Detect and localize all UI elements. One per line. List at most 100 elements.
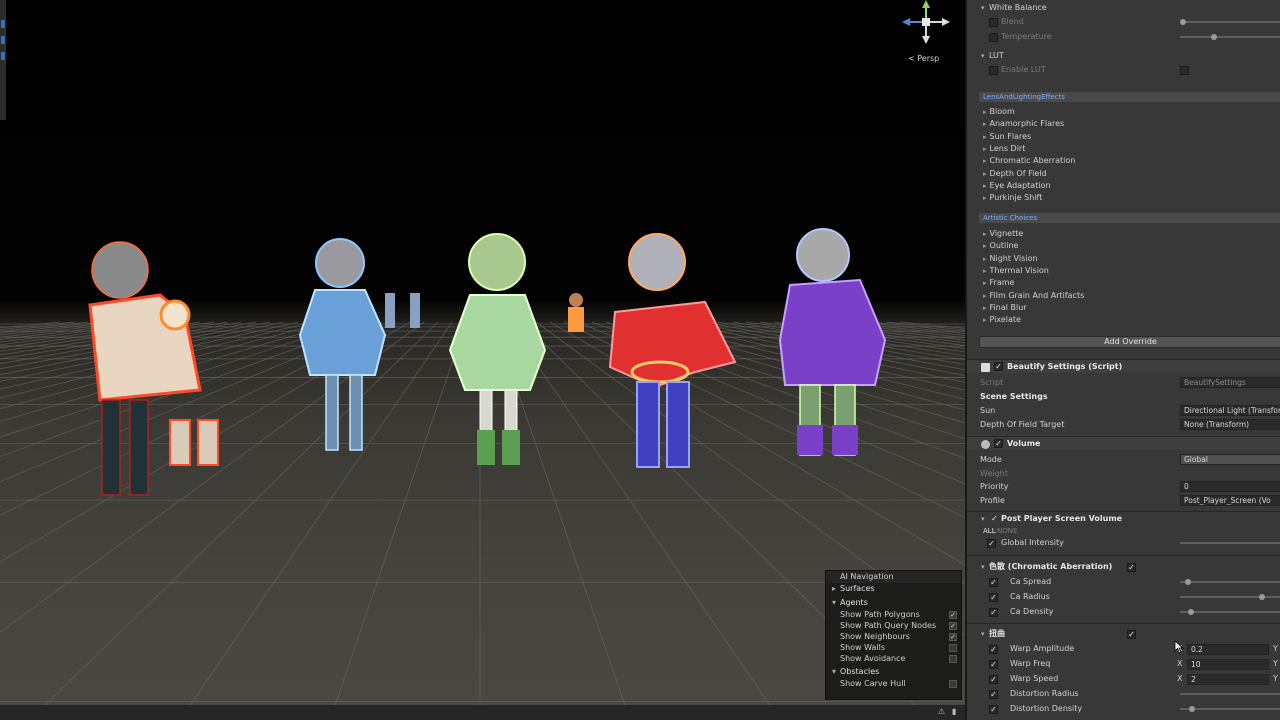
all-none-row[interactable]: ALL NONE [967,525,1280,537]
warp-freq-field[interactable]: 10 [1187,659,1269,670]
weight-row[interactable]: Weight [967,468,1280,480]
ai-nav-option[interactable]: Show Path Polygons ✓ [826,609,961,620]
ai-nav-option[interactable]: Show Neighbours ✓ [826,631,961,642]
warp-header[interactable]: ▾ 扭曲 ✓ [967,628,1280,640]
effect-item[interactable]: ▸ Film Grain And Artifacts [983,290,1084,302]
effect-item[interactable]: ▸ Depth Of Field [983,168,1047,180]
option-checkbox[interactable] [949,644,957,652]
effect-item[interactable]: ▸ Sun Flares [983,131,1031,143]
distortion-radius-checkbox[interactable]: ✓ [989,690,998,699]
ca-spread-checkbox[interactable]: ✓ [989,578,998,587]
tool-icon[interactable] [1,20,5,28]
effect-item[interactable]: ▸ Night Vision [983,253,1037,265]
character-4[interactable] [595,222,740,472]
ai-nav-option[interactable]: Show Path Query Nodes ✓ [826,620,961,631]
ca-density-slider[interactable] [1180,611,1280,613]
orientation-gizmo[interactable] [898,0,956,56]
effect-item[interactable]: ▸ Purkinje Shift [983,192,1042,204]
dof-target-row[interactable]: Depth Of Field Target None (Transform) [967,419,1280,431]
effect-item[interactable]: ▸ Chromatic Aberration [983,155,1075,167]
global-intensity-checkbox[interactable]: ✓ [987,539,996,548]
blend-checkbox[interactable] [989,18,998,27]
ca-radius-checkbox[interactable]: ✓ [989,593,998,602]
ai-nav-option[interactable]: Show Walls [826,642,961,653]
priority-row[interactable]: Priority 0 [967,481,1280,493]
slider-knob[interactable] [1211,34,1217,40]
warp-amplitude-field[interactable]: 0.2 [1187,644,1269,655]
effect-item[interactable]: ▸ Outline [983,240,1018,252]
background-character[interactable] [380,288,430,333]
lut-header[interactable]: ▾ LUT [967,50,1280,62]
enable-lut-checkbox[interactable] [1180,66,1189,75]
chromatic-enabled-checkbox[interactable]: ✓ [1127,563,1136,572]
temperature-checkbox[interactable] [989,33,998,42]
tool-icon[interactable] [1,52,5,60]
ca-spread-row[interactable]: ✓ Ca Spread [967,576,1280,588]
dof-target-field[interactable]: None (Transform) [1180,419,1280,430]
temperature-slider[interactable] [1180,36,1280,38]
mode-row[interactable]: Mode Global [967,454,1280,466]
warp-speed-row[interactable]: ✓ Warp Speed X 2 Y [967,673,1280,685]
distortion-density-slider[interactable] [1180,708,1280,710]
option-checkbox[interactable]: ✓ [949,622,957,630]
character-5[interactable] [775,220,895,460]
persp-label[interactable]: < Persp [908,54,939,63]
global-intensity-slider[interactable] [1180,542,1280,544]
volume-header[interactable]: ✓ Volume [967,436,1280,450]
ca-density-checkbox[interactable]: ✓ [989,608,998,617]
ai-navigation-overlay[interactable]: AI Navigation ▸ Surfaces ▾ Agents Show Pat… [825,570,962,700]
chromatic-header[interactable]: ▾ 色散 (Chromatic Aberration) ✓ [967,561,1280,573]
lock-icon[interactable]: ⚠ [938,707,948,717]
ai-nav-surfaces[interactable]: ▸ Surfaces [826,583,961,595]
mode-dropdown[interactable]: Global [1180,454,1280,465]
effect-item[interactable]: ▸ Eye Adaptation [983,180,1051,192]
global-intensity-row[interactable]: ✓ Global Intensity [967,537,1280,549]
enable-lut-row[interactable]: Enable LUT [967,64,1280,76]
option-checkbox[interactable]: ✓ [949,633,957,641]
distortion-radius-slider[interactable] [1180,693,1280,695]
slider-knob[interactable] [1180,19,1186,25]
ca-spread-slider[interactable] [1180,581,1280,583]
ai-nav-option[interactable]: Show Avoidance [826,653,961,664]
option-checkbox[interactable] [949,655,957,663]
ca-radius-row[interactable]: ✓ Ca Radius [967,591,1280,603]
slider-knob[interactable] [1184,579,1191,585]
character-2[interactable] [290,235,410,455]
warp-amplitude-row[interactable]: ✓ Warp Amplitude X 0.2 Y [967,643,1280,655]
warp-speed-field[interactable]: 2 [1187,674,1269,685]
option-checkbox[interactable]: ✓ [949,611,957,619]
ca-radius-slider[interactable] [1180,596,1280,598]
effect-item[interactable]: ▸ Bloom [983,106,1015,118]
sun-row[interactable]: Sun Directional Light (Transform) [967,405,1280,417]
distortion-density-checkbox[interactable]: ✓ [989,705,998,714]
distortion-radius-row[interactable]: ✓ Distortion Radius [967,688,1280,700]
distortion-density-row[interactable]: ✓ Distortion Density [967,703,1280,715]
checkmark-icon[interactable]: ✓ [991,513,998,525]
background-character[interactable] [562,290,592,340]
beautify-settings-header[interactable]: ✓ Beautify Settings (Script) [967,359,1280,373]
inspector-panel[interactable]: ▾ White Balance Blend Temperature ▾ LUT … [965,0,1280,720]
effect-item[interactable]: ▸ Lens Dirt [983,143,1025,155]
sun-field[interactable]: Directional Light (Transform) [1180,405,1280,416]
component-enabled-checkbox[interactable]: ✓ [994,439,1003,448]
profile-row[interactable]: Profile Post_Player_Screen (Vo [967,495,1280,507]
warp-enabled-checkbox[interactable]: ✓ [1127,630,1136,639]
character-1[interactable] [60,230,230,500]
warp-amplitude-checkbox[interactable]: ✓ [989,645,998,654]
scene-toolbar-strip[interactable] [0,0,6,120]
effect-item[interactable]: ▸ Vignette [983,228,1023,240]
add-override-button[interactable]: Add Override [979,336,1280,348]
option-checkbox[interactable] [949,680,957,688]
slider-knob[interactable] [1189,706,1195,712]
warp-freq-checkbox[interactable]: ✓ [989,660,998,669]
warp-freq-row[interactable]: ✓ Warp Freq X 10 Y [967,658,1280,670]
priority-field[interactable]: 0 [1180,481,1280,492]
enable-lut-override-checkbox[interactable] [989,66,998,75]
effect-item[interactable]: ▸ Thermal Vision [983,265,1049,277]
post-player-header[interactable]: ▾ ✓ Post Player Screen Volume [967,513,1280,525]
temperature-row[interactable]: Temperature [967,31,1280,43]
effect-item[interactable]: ▸ Pixelate [983,314,1021,326]
settings-icon[interactable]: ▮ [952,707,962,717]
all-toggle[interactable]: ALL [983,525,996,537]
effect-item[interactable]: ▸ Frame [983,277,1014,289]
